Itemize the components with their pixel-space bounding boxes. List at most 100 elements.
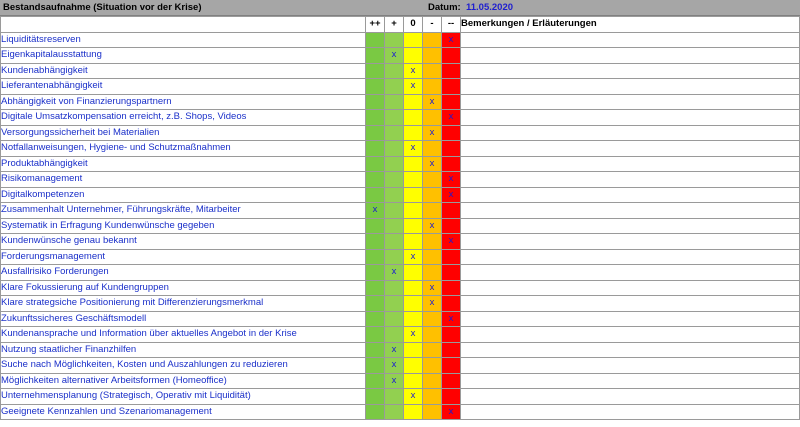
rating-cell-good[interactable]: [384, 388, 404, 405]
rating-cell-good[interactable]: [384, 124, 404, 141]
rating-cell-very-bad[interactable]: [441, 47, 461, 64]
rating-cell-neutral[interactable]: [403, 186, 423, 203]
rating-cell-bad[interactable]: [422, 31, 442, 48]
remarks-cell[interactable]: [460, 202, 800, 219]
rating-cell-very-bad[interactable]: x: [441, 186, 461, 203]
rating-cell-very-good[interactable]: [365, 403, 385, 420]
rating-cell-bad[interactable]: x: [422, 155, 442, 172]
rating-cell-very-bad[interactable]: [441, 295, 461, 312]
criterion-label[interactable]: Risikomanagement: [0, 171, 366, 188]
rating-cell-very-bad[interactable]: x: [441, 233, 461, 250]
rating-cell-very-bad[interactable]: [441, 372, 461, 389]
rating-cell-good[interactable]: [384, 78, 404, 95]
remarks-cell[interactable]: [460, 62, 800, 79]
rating-cell-very-good[interactable]: [365, 217, 385, 234]
criterion-label[interactable]: Forderungsmanagement: [0, 248, 366, 265]
rating-cell-very-bad[interactable]: [441, 388, 461, 405]
rating-cell-neutral[interactable]: [403, 47, 423, 64]
rating-cell-very-good[interactable]: [365, 372, 385, 389]
remarks-cell[interactable]: [460, 341, 800, 358]
rating-cell-good[interactable]: [384, 326, 404, 343]
rating-cell-very-good[interactable]: [365, 93, 385, 110]
rating-cell-bad[interactable]: [422, 357, 442, 374]
rating-cell-good[interactable]: [384, 186, 404, 203]
rating-cell-neutral[interactable]: [403, 372, 423, 389]
rating-cell-very-good[interactable]: [365, 279, 385, 296]
rating-cell-very-good[interactable]: [365, 295, 385, 312]
remarks-cell[interactable]: [460, 233, 800, 250]
rating-cell-neutral[interactable]: [403, 124, 423, 141]
rating-cell-very-bad[interactable]: [441, 217, 461, 234]
rating-cell-very-bad[interactable]: [441, 155, 461, 172]
rating-cell-very-good[interactable]: [365, 248, 385, 265]
rating-cell-very-good[interactable]: [365, 124, 385, 141]
rating-cell-neutral[interactable]: x: [403, 326, 423, 343]
criterion-label[interactable]: Abhängigkeit von Finanzierungspartnern: [0, 93, 366, 110]
rating-cell-neutral[interactable]: [403, 233, 423, 250]
rating-cell-good[interactable]: [384, 140, 404, 157]
rating-cell-neutral[interactable]: [403, 155, 423, 172]
rating-cell-bad[interactable]: [422, 341, 442, 358]
rating-cell-very-bad[interactable]: [441, 264, 461, 281]
rating-cell-neutral[interactable]: [403, 217, 423, 234]
rating-cell-bad[interactable]: [422, 140, 442, 157]
remarks-cell[interactable]: [460, 31, 800, 48]
rating-cell-bad[interactable]: x: [422, 124, 442, 141]
remarks-cell[interactable]: [460, 140, 800, 157]
criterion-label[interactable]: Kundenabhängigkeit: [0, 62, 366, 79]
criterion-label[interactable]: Notfallanweisungen, Hygiene- und Schutzm…: [0, 140, 366, 157]
remarks-cell[interactable]: [460, 295, 800, 312]
rating-cell-bad[interactable]: [422, 62, 442, 79]
rating-cell-bad[interactable]: [422, 109, 442, 126]
remarks-cell[interactable]: [460, 124, 800, 141]
criterion-label[interactable]: Klare Fokussierung auf Kundengruppen: [0, 279, 366, 296]
remarks-cell[interactable]: [460, 310, 800, 327]
rating-cell-bad[interactable]: [422, 388, 442, 405]
rating-cell-good[interactable]: [384, 279, 404, 296]
rating-cell-good[interactable]: [384, 31, 404, 48]
criterion-label[interactable]: Zukunftssicheres Geschäftsmodell: [0, 310, 366, 327]
rating-cell-neutral[interactable]: [403, 295, 423, 312]
remarks-cell[interactable]: [460, 171, 800, 188]
rating-cell-bad[interactable]: x: [422, 279, 442, 296]
rating-cell-good[interactable]: [384, 202, 404, 219]
rating-cell-good[interactable]: x: [384, 341, 404, 358]
rating-cell-very-good[interactable]: [365, 341, 385, 358]
rating-cell-very-good[interactable]: [365, 388, 385, 405]
rating-cell-good[interactable]: [384, 248, 404, 265]
remarks-cell[interactable]: [460, 388, 800, 405]
rating-cell-neutral[interactable]: [403, 357, 423, 374]
rating-cell-very-bad[interactable]: x: [441, 171, 461, 188]
criterion-label[interactable]: Zusammenhalt Unternehmer, Führungskräfte…: [0, 202, 366, 219]
rating-cell-good[interactable]: x: [384, 372, 404, 389]
criterion-label[interactable]: Unternehmensplanung (Strategisch, Operat…: [0, 388, 366, 405]
rating-cell-very-bad[interactable]: [441, 124, 461, 141]
rating-cell-very-good[interactable]: [365, 47, 385, 64]
rating-cell-good[interactable]: x: [384, 357, 404, 374]
remarks-cell[interactable]: [460, 109, 800, 126]
criterion-label[interactable]: Versorgungssicherheit bei Materialien: [0, 124, 366, 141]
criterion-label[interactable]: Digitalkompetenzen: [0, 186, 366, 203]
rating-cell-very-bad[interactable]: [441, 140, 461, 157]
remarks-cell[interactable]: [460, 248, 800, 265]
criterion-label[interactable]: Lieferantenabhängigkeit: [0, 78, 366, 95]
criterion-label[interactable]: Ausfallrisiko Forderungen: [0, 264, 366, 281]
criterion-label[interactable]: Kundenansprache und Information über akt…: [0, 326, 366, 343]
rating-cell-good[interactable]: x: [384, 264, 404, 281]
rating-cell-good[interactable]: [384, 62, 404, 79]
criterion-label[interactable]: Suche nach Möglichkeiten, Kosten und Aus…: [0, 357, 366, 374]
rating-cell-neutral[interactable]: x: [403, 248, 423, 265]
rating-cell-neutral[interactable]: [403, 341, 423, 358]
criterion-label[interactable]: Systematik in Erfragung Kundenwünsche ge…: [0, 217, 366, 234]
rating-cell-very-good[interactable]: [365, 326, 385, 343]
rating-cell-very-good[interactable]: [365, 62, 385, 79]
rating-cell-very-bad[interactable]: x: [441, 109, 461, 126]
rating-cell-bad[interactable]: [422, 171, 442, 188]
rating-cell-very-good[interactable]: x: [365, 202, 385, 219]
rating-cell-very-bad[interactable]: x: [441, 403, 461, 420]
rating-cell-very-bad[interactable]: [441, 341, 461, 358]
remarks-cell[interactable]: [460, 155, 800, 172]
rating-cell-good[interactable]: [384, 109, 404, 126]
rating-cell-very-bad[interactable]: [441, 62, 461, 79]
rating-cell-bad[interactable]: [422, 372, 442, 389]
